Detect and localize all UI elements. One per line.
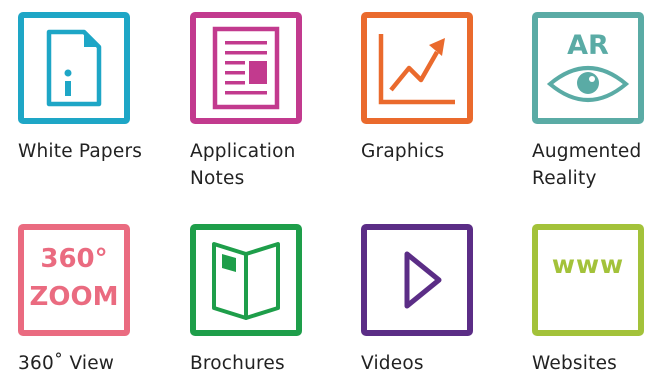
line-chart-icon — [378, 34, 455, 105]
tile-label: Augmented Reality — [532, 141, 642, 189]
tile-white-papers[interactable]: White Papers — [18, 12, 178, 165]
tile-websites[interactable]: www Websites — [532, 224, 653, 377]
play-icon — [404, 251, 442, 309]
augmented-reality-frame: AR — [532, 12, 644, 124]
zoom-text: ZOOM — [29, 282, 119, 312]
tile-augmented-reality[interactable]: AR Augmented Reality — [532, 12, 653, 192]
white-papers-frame — [18, 12, 130, 124]
tile-label: Websites — [532, 353, 617, 374]
tile-label: Brochures — [190, 353, 285, 374]
tile-graphics[interactable]: Graphics — [361, 12, 521, 165]
brochures-frame — [190, 224, 302, 336]
websites-frame: www — [532, 224, 644, 336]
360-degree-text: 360° — [40, 244, 108, 274]
application-notes-frame — [190, 12, 302, 124]
tile-videos[interactable]: Videos — [361, 224, 521, 377]
videos-frame — [361, 224, 473, 336]
tile-application-notes[interactable]: Application Notes — [190, 12, 350, 192]
tile-brochures[interactable]: Brochures — [190, 224, 350, 377]
tile-label: Videos — [361, 353, 424, 374]
tile-label: Graphics — [361, 141, 445, 162]
tile-360-view[interactable]: 360° ZOOM 360˚ View — [18, 224, 178, 377]
graphics-frame — [361, 12, 473, 124]
ar-eye-icon — [546, 66, 630, 102]
open-brochure-icon — [212, 242, 280, 320]
tile-label: White Papers — [18, 141, 143, 162]
tile-label: 360˚ View — [18, 353, 115, 374]
document-info-icon — [46, 29, 102, 107]
360-view-frame: 360° ZOOM — [18, 224, 130, 336]
article-layout-icon — [212, 26, 280, 110]
tile-label: Application Notes — [190, 141, 296, 189]
www-icon: www — [551, 250, 625, 279]
